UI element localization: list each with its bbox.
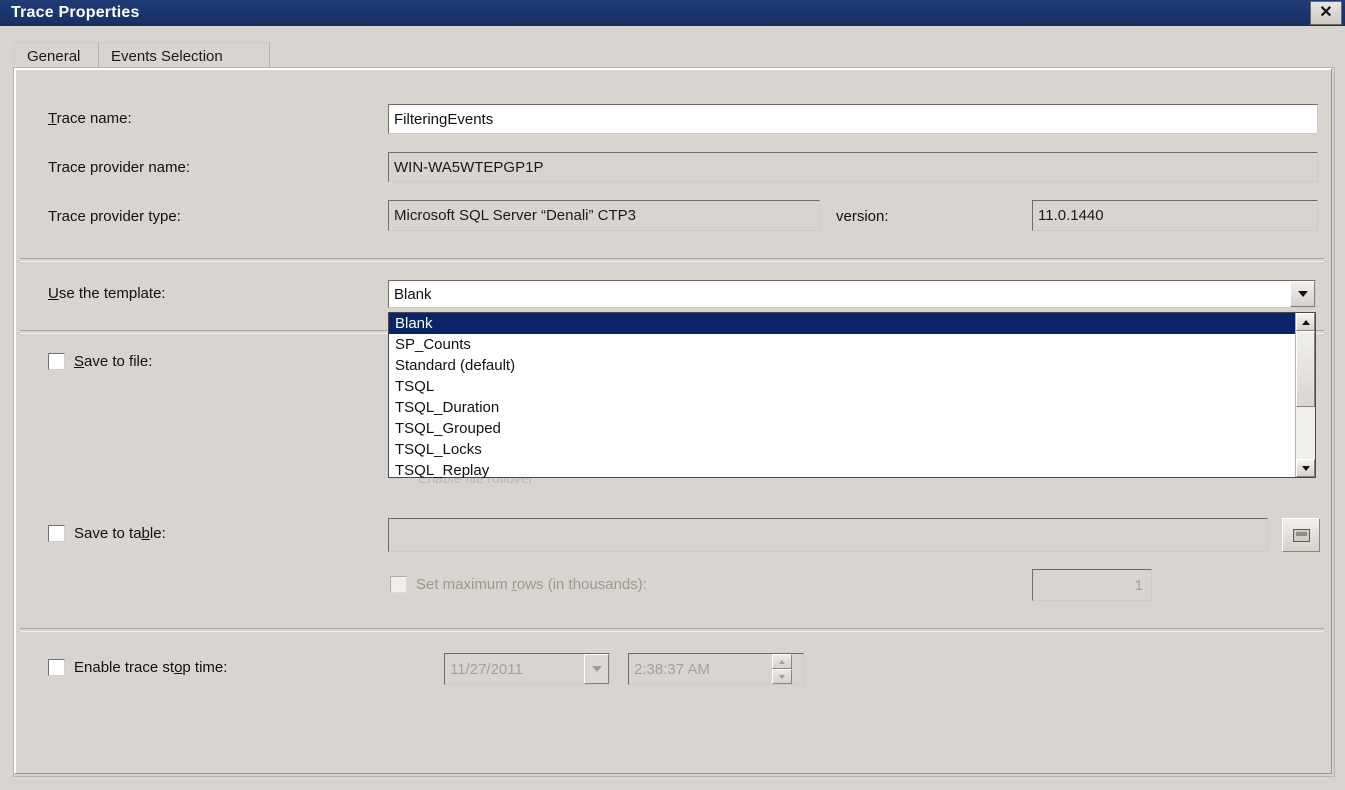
save-to-table-label-pre: Save to ta [74, 525, 142, 542]
trace-provider-type-label: Trace provider type: [48, 208, 181, 225]
set-max-rows-label: Set maximum rows (in thousands): [416, 576, 647, 593]
scrollbar-track[interactable] [1296, 331, 1315, 459]
dropdown-option-tsql-duration[interactable]: TSQL_Duration [389, 397, 1295, 418]
enable-stop-time-label-pre: Enable trace st [74, 659, 175, 676]
set-max-rows-input: 1 [1032, 569, 1152, 601]
tab-general-label: General [27, 47, 81, 65]
window-title: Trace Properties [11, 4, 140, 21]
template-combobox-value: Blank [394, 285, 432, 303]
enable-stop-time-row[interactable]: Enable trace stop time: [48, 659, 227, 676]
calendar-chevron-down-icon[interactable] [584, 654, 609, 684]
save-to-table-label-post: le: [149, 525, 166, 542]
dropdown-scrollbar[interactable] [1295, 313, 1315, 477]
title-bar: Trace Properties ✕ [0, 0, 1345, 26]
enable-stop-time-checkbox[interactable] [48, 659, 65, 676]
trace-properties-dialog: Trace Properties ✕ General Events Select… [0, 0, 1345, 790]
save-to-file-accel: S [74, 353, 85, 370]
trace-name-accel: T [48, 110, 57, 127]
separator-top [20, 258, 1324, 262]
enable-stop-time-label: Enable trace stop time: [74, 659, 227, 676]
scrollbar-thumb[interactable] [1296, 331, 1315, 407]
trace-name-label-text: race name: [56, 110, 132, 127]
dropdown-option-tsql-replay[interactable]: TSQL_Replay [389, 460, 1295, 481]
save-to-table-label: Save to table: [74, 525, 166, 542]
use-template-label: Use the template: [48, 285, 166, 302]
save-to-file-checkbox[interactable] [48, 353, 65, 370]
trace-provider-name-label: Trace provider name: [48, 159, 191, 176]
separator-stop-time [20, 628, 1324, 632]
scroll-up-icon[interactable] [1296, 313, 1315, 331]
dropdown-option-sp-counts[interactable]: SP_Counts [389, 334, 1295, 355]
set-max-rows-label-pre: Set maximum [416, 576, 512, 593]
close-icon[interactable]: ✕ [1310, 1, 1342, 25]
stop-date-picker[interactable]: 11/27/2011 [444, 653, 610, 685]
template-combobox[interactable]: Blank [388, 280, 1316, 308]
dropdown-option-tsql-grouped[interactable]: TSQL_Grouped [389, 418, 1295, 439]
spinner-up-icon[interactable] [772, 654, 792, 669]
trace-name-input[interactable]: FilteringEvents [388, 104, 1318, 134]
save-to-file-label-text: ave to file: [84, 353, 153, 370]
browse-button[interactable] [1282, 518, 1320, 552]
save-to-file-label: Save to file: [74, 353, 152, 370]
trace-provider-type-value: Microsoft SQL Server “Denali” CTP3 [388, 200, 820, 231]
enable-stop-time-label-post: p time: [182, 659, 228, 676]
version-value: 11.0.1440 [1032, 200, 1318, 231]
trace-provider-name-value: WIN-WA5WTEPGP1P [388, 152, 1318, 182]
use-template-accel: U [48, 285, 59, 302]
version-label: version: [836, 208, 889, 225]
template-dropdown-items: Blank SP_Counts Standard (default) TSQL … [389, 313, 1295, 479]
scroll-down-icon[interactable] [1296, 459, 1315, 477]
spinner-down-icon[interactable] [772, 669, 792, 684]
browse-icon [1292, 528, 1310, 542]
trace-name-label: Trace name: [48, 110, 132, 127]
tab-strip: General Events Selection [14, 42, 1332, 69]
save-to-file-row[interactable]: Save to file: [48, 353, 152, 370]
stop-time-spinner[interactable] [772, 654, 792, 684]
chevron-down-icon[interactable] [1290, 281, 1315, 307]
tab-events-selection-label: Events Selection [111, 47, 223, 65]
save-to-table-row[interactable]: Save to table: [48, 525, 166, 542]
use-template-label-text: se the template: [58, 285, 166, 302]
dropdown-option-standard[interactable]: Standard (default) [389, 355, 1295, 376]
save-to-table-accel: b [141, 525, 150, 542]
set-max-rows-row: Set maximum rows (in thousands): [390, 576, 647, 593]
save-to-table-checkbox[interactable] [48, 525, 65, 542]
dropdown-option-tsql[interactable]: TSQL [389, 376, 1295, 397]
set-max-rows-checkbox [390, 576, 407, 593]
save-to-table-input[interactable] [388, 518, 1268, 552]
dropdown-option-blank[interactable]: Blank [389, 313, 1295, 334]
tab-events-selection[interactable]: Events Selection [98, 42, 270, 69]
stop-date-value: 11/27/2011 [450, 660, 523, 678]
dropdown-option-tsql-locks[interactable]: TSQL_Locks [389, 439, 1295, 460]
set-max-rows-label-post: ows (in thousands): [516, 576, 647, 593]
template-dropdown-list[interactable]: Blank SP_Counts Standard (default) TSQL … [388, 312, 1316, 479]
